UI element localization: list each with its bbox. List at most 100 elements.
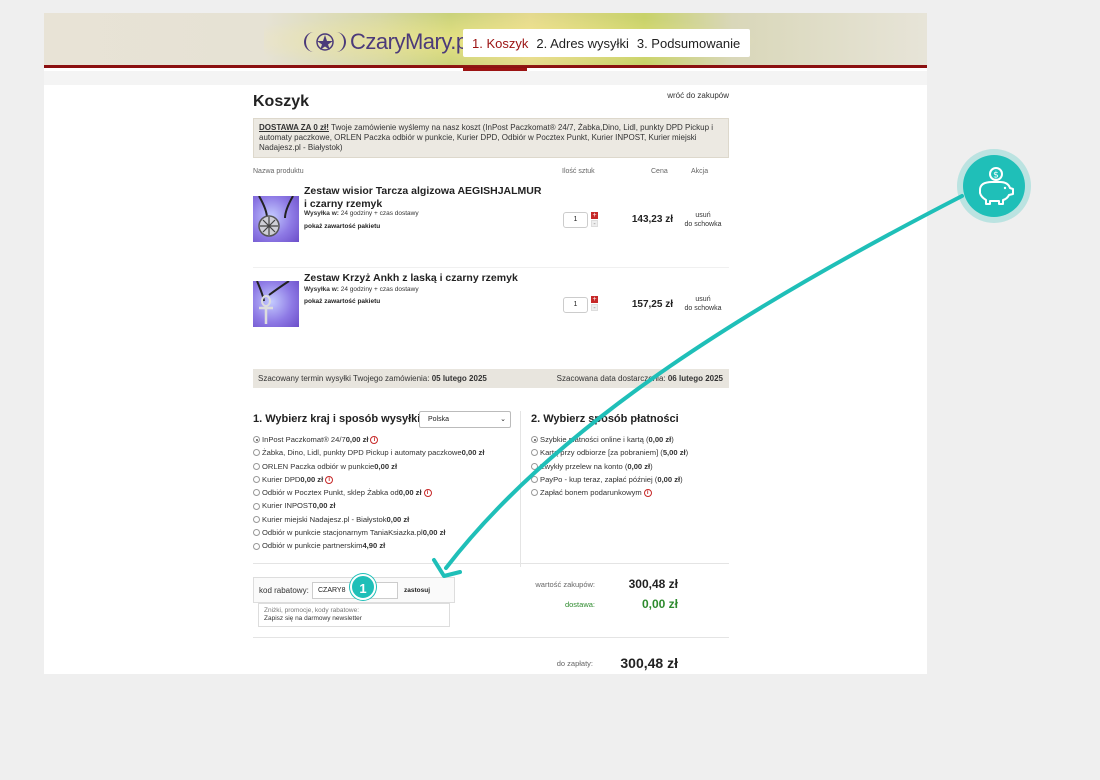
column-qty: Ilość sztuk [562,168,595,175]
option-label: Zapłać bonem podarunkowym [540,488,642,498]
piggy-bank-badge: $ [957,149,1031,223]
dispatch-date: 05 lutego 2025 [431,374,487,383]
radio-button[interactable] [253,515,260,523]
remove-link[interactable]: usuń [681,211,725,220]
shipping-option[interactable]: Kurier INPOST 0,00 zł [253,499,484,512]
free-shipping-note: DOSTAWA ZA 0 zł! Twoje zamówienie wyślem… [253,118,729,158]
radio-button[interactable] [531,489,538,497]
shipping-option[interactable]: InPost Paczkomat® 24/7 0,00 zł i [253,433,484,446]
option-price: 4,90 zł [362,541,386,551]
shipping-option[interactable]: ORLEN Paczka odbiór w punkcie 0,00 zł [253,460,484,473]
shipping-option[interactable]: Kurier DPD 0,00 zł i [253,473,484,486]
radio-button[interactable] [253,476,260,484]
option-price: 0,00 zł [648,435,672,444]
column-price: Cena [651,168,668,175]
option-price: 0,00 zł [312,501,336,511]
remove-link[interactable]: usuń [681,295,725,304]
payment-option[interactable]: Zapłać bonem podarunkowym i [531,486,688,499]
option-label: PayPo - kup teraz, zapłać później ( [540,474,658,484]
radio-button[interactable] [253,542,260,550]
free-shipping-headline: DOSTAWA ZA 0 zł! [259,123,329,132]
subtotal-label: wartość zakupów: [535,580,595,589]
option-suffix: ) [685,448,689,458]
quantity-input[interactable]: 1 [563,297,588,313]
step-cart[interactable]: 1. Koszyk [468,36,532,51]
checkout-steps: 1. Koszyk 2. Adres wysyłki 3. Podsumowan… [463,29,751,57]
radio-button[interactable] [531,449,538,457]
product-name[interactable]: Zestaw wisior Tarcza algizowa AEGISHJALM… [304,185,544,210]
radio-button[interactable] [531,462,538,470]
delivery-date: 06 lutego 2025 [667,374,723,383]
payment-option[interactable]: PayPo - kup teraz, zapłać później (0,00 … [531,473,688,486]
product-name[interactable]: Zestaw Krzyż Ankh z laską i czarny rzemy… [304,272,544,285]
newsletter-link[interactable]: Zapisz się na darmowy newsletter [264,615,444,623]
option-label: ORLEN Paczka odbiór w punkcie [262,461,375,471]
payment-option[interactable]: Szybkie płatności online i kartą (0,00 z… [531,433,688,446]
radio-button[interactable] [253,489,260,497]
shipping-option[interactable]: Odbiór w punkcie partnerskim 4,90 zł [253,539,484,552]
coupon-label: kod rabatowy: [259,586,309,595]
option-price: 0,00 zł [374,461,398,471]
info-icon[interactable]: i [325,475,334,484]
delivery-label: Szacowana data dostarczenia: [556,374,668,383]
option-label: Odbiór w punkcie partnerskim [262,541,363,551]
step-number-badge: 1 [350,574,376,600]
radio-button[interactable] [253,502,260,510]
option-price: 0,00 zł [398,488,422,498]
increase-qty-button[interactable]: + [591,212,598,219]
dispatch-label: Szacowany termin wysyłki Twojego zamówie… [258,374,432,383]
info-icon[interactable]: i [423,488,432,497]
save-for-later-link[interactable]: do schowka [681,220,725,229]
show-package-link[interactable]: pokaż zawartość pakietu [304,298,380,305]
divider [253,563,729,564]
radio-button[interactable] [531,436,538,444]
delivery-estimate-bar: Szacowany termin wysyłki Twojego zamówie… [253,369,729,388]
back-to-shop-link[interactable]: wróć do zakupów [667,91,729,100]
save-for-later-link[interactable]: do schowka [681,304,725,313]
delivery-cost-value: 0,00 zł [641,597,678,611]
product-price: 143,23 zł [631,214,673,225]
logo-text: CzaryMary.pl [350,29,472,54]
step-address[interactable]: 2. Adres wysyłki [532,36,632,51]
option-price: 0,00 zł [627,461,651,471]
payment-options: Szybkie płatności online i kartą (0,00 z… [531,433,688,499]
radio-button[interactable] [253,449,260,457]
show-package-link[interactable]: pokaż zawartość pakietu [304,223,380,230]
shipping-time: Wysyłka w: 24 godziny + czas dostawy [304,210,419,217]
decrease-qty-button[interactable]: - [591,220,598,228]
site-logo[interactable]: CzaryMary.pl [304,27,472,57]
country-select[interactable]: Polska ⌄ [419,411,511,428]
info-icon[interactable]: i [643,488,652,497]
shipping-option[interactable]: Żabka, Dino, Lidl, punkty DPD Pickup i a… [253,446,484,459]
product-thumbnail[interactable] [253,196,299,242]
payment-option[interactable]: Zwykły przelew na konto (0,00 zł) [531,460,688,473]
payment-option[interactable]: Kartą przy odbiorze [za pobraniem] (5,00… [531,446,688,459]
piggy-bank-icon: $ [979,167,1014,205]
radio-button[interactable] [253,462,260,470]
option-price: 0,00 zł [422,528,446,538]
quantity-input[interactable]: 1 [563,212,588,228]
option-label: Kurier miejski Nadajesz.pl - Białystok [262,514,387,524]
amulet-image-icon [258,196,294,237]
step-summary[interactable]: 3. Podsumowanie [633,36,744,51]
radio-button[interactable] [531,476,538,484]
info-icon[interactable]: i [370,435,379,444]
decrease-qty-button[interactable]: - [591,304,598,312]
item-actions: usuń do schowka [681,295,725,314]
shipping-option[interactable]: Odbiór w punkcie stacjonarnym TaniaKsiaz… [253,526,484,539]
header-subbar [44,71,927,85]
shipping-option[interactable]: Kurier miejski Nadajesz.pl - Białystok 0… [253,513,484,526]
option-label: Zwykły przelew na konto ( [540,461,628,471]
radio-button[interactable] [253,529,260,537]
increase-qty-button[interactable]: + [591,296,598,303]
apply-coupon-button[interactable]: zastosuj [404,587,430,594]
triple-moon-logo-icon [304,32,346,52]
radio-button[interactable] [253,436,260,444]
total-value: 300,48 zł [620,655,678,671]
shipping-option[interactable]: Odbiór w Pocztex Punkt, sklep Żabka od 0… [253,486,484,499]
column-divider [520,411,521,567]
shipping-section-title: 1. Wybierz kraj i sposób wysyłki [253,413,421,425]
option-label: Odbiór w Pocztex Punkt, sklep Żabka od [262,488,399,498]
product-thumbnail[interactable] [253,281,299,327]
product-price: 157,25 zł [631,299,673,310]
